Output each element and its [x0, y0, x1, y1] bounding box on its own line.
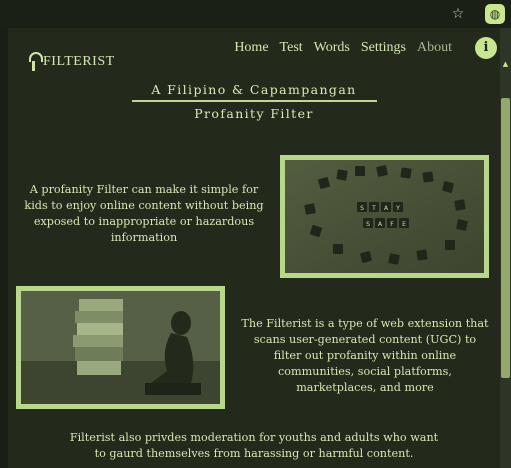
- nav-home[interactable]: Home: [234, 40, 268, 56]
- logo-mark-icon: [28, 52, 43, 71]
- hero-title-line2: Profanity Filter: [194, 106, 314, 121]
- info-icon[interactable]: i: [475, 37, 497, 59]
- stay-safe-image: STAY SAFE: [280, 155, 489, 278]
- main-nav: Home Test Words Settings About: [223, 40, 452, 56]
- browser-toolbar: ☆ ◍: [0, 0, 511, 28]
- extensions-puzzle-icon[interactable]: ☆: [449, 5, 467, 23]
- filterist-logo[interactable]: FILTERIST: [28, 50, 115, 71]
- svg-text:S: S: [360, 205, 364, 212]
- logo-text: FILTERIST: [43, 54, 115, 69]
- hero-title-line1: A Filipino & Capampangan: [151, 82, 357, 97]
- section2-text: The Filterist is a type of web extension…: [241, 317, 489, 394]
- section3-text: Filterist also privdes moderation for yo…: [69, 431, 439, 460]
- section1-text: A profanity Filter can make it simple fo…: [24, 183, 264, 244]
- extension-popup: FILTERIST Home Test Words Settings About…: [8, 28, 500, 468]
- scroll-up-arrow-icon[interactable]: ▲: [501, 60, 510, 68]
- svg-text:T: T: [371, 205, 376, 212]
- page-edge: [0, 28, 8, 468]
- vertical-scrollbar[interactable]: ▲: [500, 28, 511, 468]
- svg-text:S: S: [366, 221, 370, 228]
- hero-title: A Filipino & Capampangan Profanity Filte…: [129, 82, 379, 124]
- nav-settings[interactable]: Settings: [361, 40, 406, 56]
- nav-words[interactable]: Words: [314, 40, 350, 56]
- nav-test[interactable]: Test: [280, 40, 303, 56]
- svg-text:E: E: [402, 221, 406, 228]
- scroll-thumb[interactable]: [501, 98, 510, 378]
- stay-safe-tiles-illustration: STAY SAFE: [285, 160, 484, 273]
- nav-about[interactable]: About: [417, 40, 452, 56]
- hero-divider: [131, 100, 377, 102]
- svg-text:Y: Y: [395, 205, 400, 212]
- thinker-books-image: [16, 286, 225, 409]
- thinker-statue-illustration: [21, 291, 220, 404]
- profile-lightbulb-icon[interactable]: ◍: [485, 4, 505, 24]
- svg-text:F: F: [390, 221, 394, 228]
